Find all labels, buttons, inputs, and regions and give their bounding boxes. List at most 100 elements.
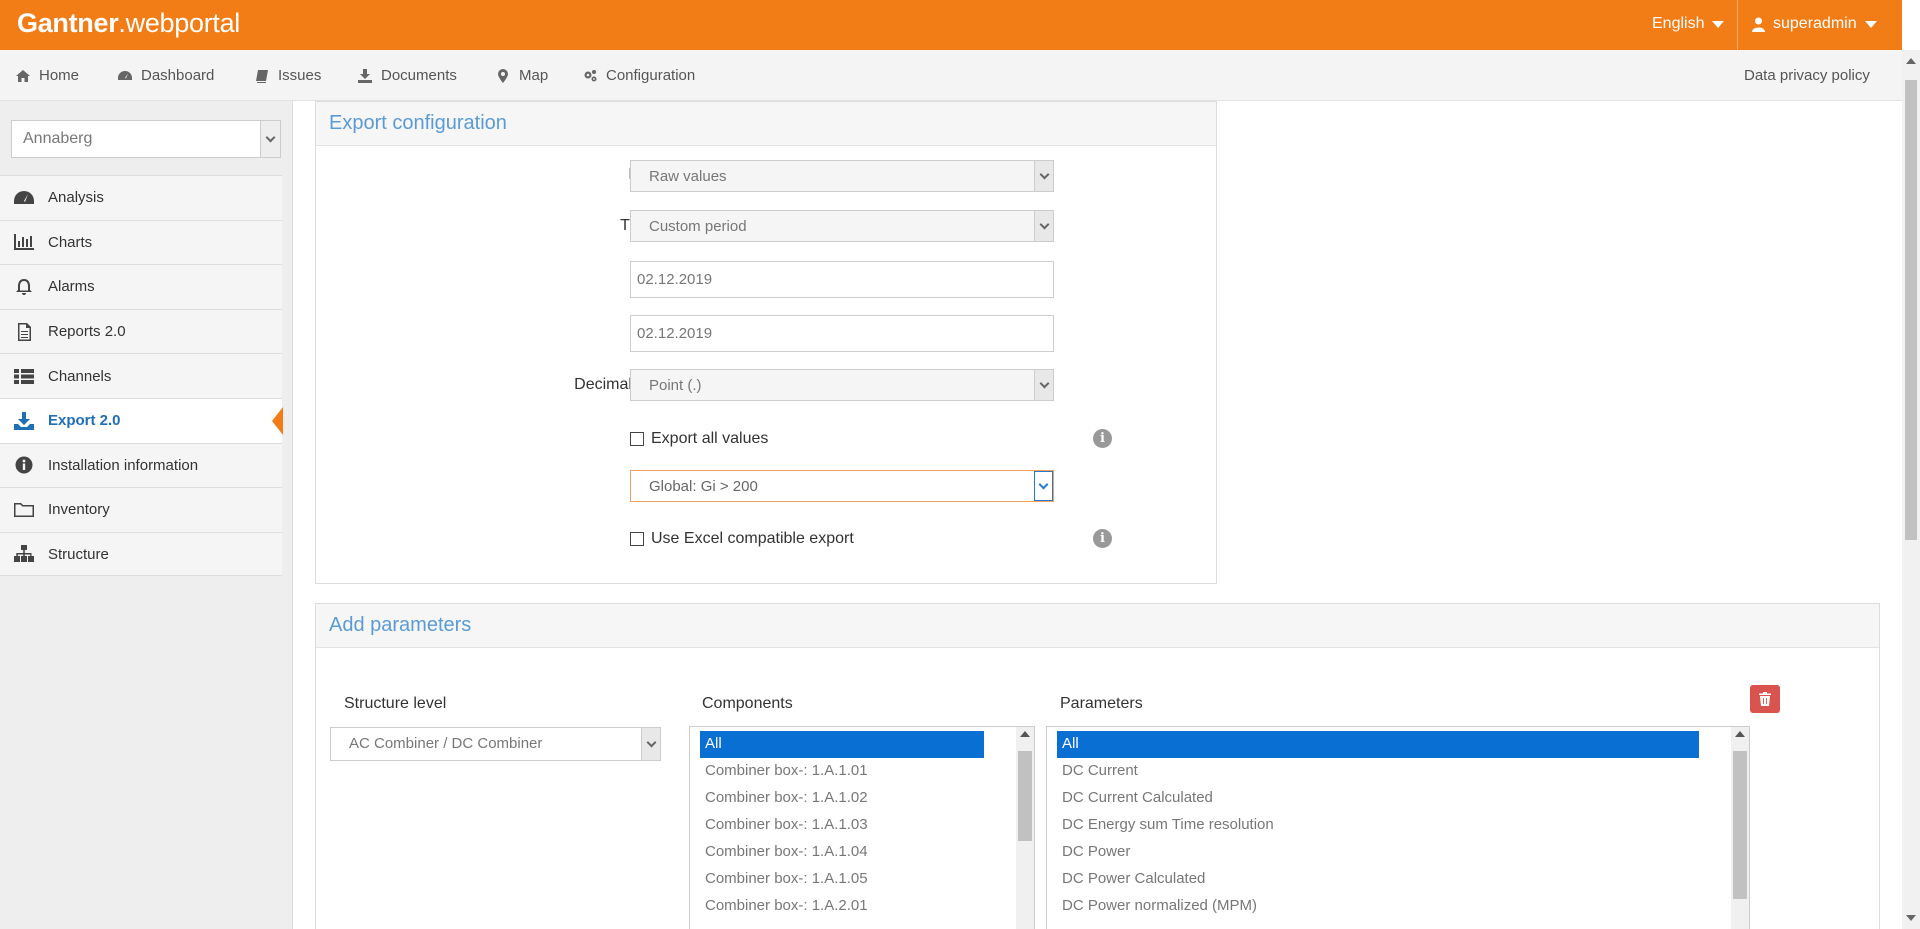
nav-map[interactable]: Map: [496, 67, 548, 84]
privacy-policy-link[interactable]: Data privacy policy: [1744, 67, 1870, 84]
sidebar-item-structure[interactable]: Structure: [0, 531, 282, 577]
scrollbar-thumb[interactable]: [1733, 751, 1747, 899]
filter-select[interactable]: Global: Gi > 200: [630, 470, 1054, 502]
parameter-option[interactable]: DC Current Calculated: [1057, 785, 1699, 812]
language-label: English: [1652, 15, 1705, 32]
add-parameters-panel: Add parameters Structure level AC Combin…: [315, 603, 1880, 929]
sidebar-item-charts[interactable]: Charts: [0, 219, 282, 265]
bar-chart-icon: [14, 234, 34, 251]
username-label: superadmin: [1773, 15, 1857, 32]
scrollbar-thumb[interactable]: [1905, 80, 1917, 540]
structure-level-value: AC Combiner / DC Combiner: [349, 735, 543, 752]
scrollbar-thumb[interactable]: [1018, 751, 1032, 841]
component-option[interactable]: Combiner box-: 1.A.1.05: [700, 866, 984, 893]
chevron-down-icon: [1034, 370, 1053, 400]
component-option[interactable]: All: [700, 731, 984, 758]
export-all-values-checkbox[interactable]: Export all values: [630, 430, 768, 448]
info-circle-icon: [15, 456, 33, 474]
from-date-input[interactable]: 02.12.2019: [630, 261, 1054, 298]
time-period-select[interactable]: Custom period: [630, 210, 1054, 242]
components-listbox[interactable]: All Combiner box-: 1.A.1.01 Combiner box-:…: [689, 726, 1035, 929]
component-option[interactable]: Combiner box-: 1.A.1.02: [700, 785, 984, 812]
delete-button[interactable]: [1750, 685, 1780, 713]
nav-dashboard[interactable]: Dashboard: [118, 67, 214, 84]
scroll-up-icon[interactable]: [1735, 731, 1745, 737]
language-dropdown[interactable]: English: [1652, 15, 1725, 33]
info-icon[interactable]: i: [1093, 529, 1112, 548]
nav-label: Dashboard: [141, 67, 215, 84]
decimal-separator-select[interactable]: Point (.): [630, 369, 1054, 401]
parameters-listbox[interactable]: All DC Current DC Current Calculated DC Ene…: [1046, 726, 1750, 929]
chevron-down-icon: [260, 121, 280, 157]
trash-icon: [1759, 692, 1771, 706]
brand-name-light: webportal: [125, 8, 241, 38]
excel-compatible-checkbox[interactable]: Use Excel compatible export: [630, 530, 854, 548]
map-marker-icon: [498, 68, 508, 83]
component-option[interactable]: Combiner box-: 1.A.1.03: [700, 812, 984, 839]
nav-label: Configuration: [606, 67, 696, 84]
sidebar-item-label: Reports 2.0: [48, 323, 126, 341]
parameter-option[interactable]: DC Power: [1057, 839, 1699, 866]
gears-icon: [584, 69, 597, 81]
nav-documents[interactable]: Documents: [358, 67, 457, 84]
panel-title: Export configuration: [316, 102, 1216, 146]
sidebar-item-reports[interactable]: Reports 2.0: [0, 308, 282, 354]
scroll-up-icon[interactable]: [1020, 731, 1030, 737]
component-option[interactable]: Combiner box-: 1.A.2.01: [700, 893, 984, 920]
info-icon[interactable]: i: [1093, 429, 1112, 448]
user-menu[interactable]: superadmin: [1752, 15, 1877, 33]
checkbox-box[interactable]: [630, 432, 644, 446]
nav-home[interactable]: Home: [16, 67, 79, 84]
chevron-down-icon: [1034, 211, 1053, 241]
sidebar-item-alarms[interactable]: Alarms: [0, 264, 282, 309]
home-icon: [16, 69, 30, 82]
scrollbar[interactable]: [1016, 727, 1034, 929]
checkbox-label: Use Excel compatible export: [651, 530, 854, 547]
time-period-value: Custom period: [649, 218, 747, 235]
components-label: Components: [702, 695, 793, 712]
brand-dot: .: [118, 8, 126, 38]
resolution-select[interactable]: Raw values: [630, 160, 1054, 192]
nav-issues[interactable]: Issues: [255, 67, 321, 84]
user-icon: [1752, 17, 1765, 32]
dashboard-icon: [118, 70, 132, 80]
scroll-up-icon[interactable]: [1906, 58, 1916, 64]
nav-configuration[interactable]: Configuration: [583, 67, 695, 84]
brand-name-bold: Gantner: [17, 8, 119, 38]
book-icon: [256, 69, 268, 83]
checkbox-box[interactable]: [630, 532, 644, 546]
parameter-option[interactable]: DC Energy sum Time resolution: [1057, 812, 1699, 839]
component-option[interactable]: Combiner box-: 1.A.1.01: [700, 758, 984, 785]
scrollbar[interactable]: [1731, 727, 1749, 929]
nav-label: Map: [519, 67, 549, 84]
sidebar-item-label: Analysis: [48, 189, 104, 207]
component-option[interactable]: Combiner box-: 1.A.1.04: [700, 839, 984, 866]
sidebar-item-channels[interactable]: Channels: [0, 353, 282, 398]
file-text-icon: [18, 322, 31, 341]
sidebar-item-analysis[interactable]: Analysis: [0, 175, 282, 220]
parameter-option[interactable]: DC Power Calculated: [1057, 866, 1699, 893]
checkbox-label: Export all values: [651, 430, 769, 447]
structure-level-select[interactable]: AC Combiner / DC Combiner: [330, 727, 661, 761]
resolution-value: Raw values: [649, 168, 727, 185]
sidebar-item-label: Charts: [48, 233, 93, 251]
to-date-input[interactable]: 02.12.2019: [630, 315, 1054, 352]
list-icon: [14, 369, 34, 385]
scroll-down-icon[interactable]: [1906, 915, 1916, 921]
sidebar-menu: Analysis Charts Alarms Reports 2.0 Chann…: [0, 175, 283, 577]
site-select[interactable]: Annaberg: [11, 120, 281, 158]
parameter-option[interactable]: DC Power normalized (MPM): [1057, 893, 1699, 920]
chevron-down-icon: [641, 728, 660, 760]
sidebar-item-export[interactable]: Export 2.0: [0, 397, 283, 443]
parameter-option[interactable]: All: [1057, 731, 1699, 758]
sidebar-item-installation-information[interactable]: Installation information: [0, 442, 282, 488]
sidebar-item-inventory[interactable]: Inventory: [0, 487, 282, 532]
page-scrollbar[interactable]: [1902, 50, 1920, 929]
nav-label: Home: [39, 67, 80, 84]
download-icon: [358, 68, 372, 83]
brand-logo[interactable]: Gantner.webportal: [17, 8, 240, 39]
nav-label: Documents: [381, 67, 457, 84]
bell-icon: [16, 278, 32, 295]
divider: [1737, 0, 1738, 50]
parameter-option[interactable]: DC Current: [1057, 758, 1699, 785]
